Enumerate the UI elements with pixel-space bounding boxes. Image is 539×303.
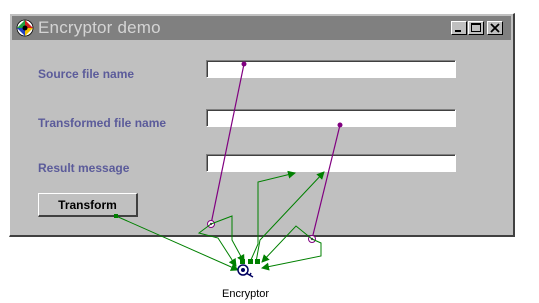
data-link-return bbox=[261, 238, 322, 271]
close-icon bbox=[490, 23, 500, 33]
result-message-label: Result message bbox=[38, 161, 130, 175]
maximize-button[interactable] bbox=[468, 21, 484, 35]
app-icon bbox=[16, 19, 34, 37]
result-message-input[interactable] bbox=[206, 154, 456, 172]
encryptor-window: Encryptor demo Source file name Transfor… bbox=[9, 13, 515, 237]
transformed-file-label: Transformed file name bbox=[38, 116, 167, 130]
maximize-icon bbox=[471, 23, 481, 32]
source-file-label: Source file name bbox=[38, 67, 135, 81]
transform-button[interactable]: Transform bbox=[38, 193, 138, 217]
source-file-input[interactable] bbox=[206, 60, 456, 78]
minimize-icon bbox=[455, 30, 461, 32]
minimize-button[interactable] bbox=[451, 21, 467, 35]
encryptor-label: Encryptor bbox=[222, 288, 270, 300]
title-bar[interactable]: Encryptor demo bbox=[12, 16, 511, 40]
transformed-file-input[interactable] bbox=[206, 109, 456, 127]
window-title: Encryptor demo bbox=[38, 18, 161, 37]
bean-icon[interactable] bbox=[236, 263, 256, 279]
close-button[interactable] bbox=[487, 21, 503, 35]
